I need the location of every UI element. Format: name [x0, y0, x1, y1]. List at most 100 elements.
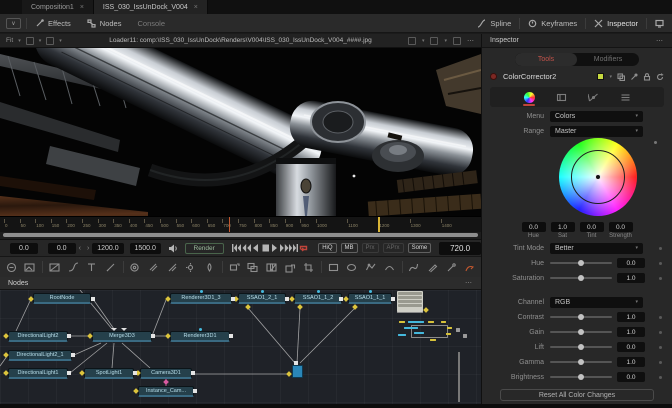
modifier-dot[interactable]: [659, 261, 662, 265]
reset-all-color-changes-button[interactable]: Reset All Color Changes: [500, 389, 654, 401]
lift-slider[interactable]: [550, 343, 612, 350]
panel-menu-button[interactable]: ∨: [6, 17, 21, 29]
channel-dropdown[interactable]: RGB ▾: [550, 296, 643, 308]
slider-handle[interactable]: [578, 328, 584, 335]
timeline-ruler[interactable]: 0 50 100 150 200 250 300 350 400 450 500 550 600 650 7…: [0, 216, 481, 233]
sharpen-tool-icon[interactable]: [165, 261, 180, 274]
render-start-field[interactable]: 1200.0: [92, 242, 124, 254]
node-graph-canvas[interactable]: RootNode Renderer3D1_3 SSAO1_2_1 SSAO1_1…: [0, 290, 481, 404]
bspline-mask-tool-icon[interactable]: [382, 261, 397, 274]
strength-value-box[interactable]: 0.0: [608, 222, 633, 232]
keyframes-button[interactable]: Keyframes: [520, 14, 585, 32]
color-curves-tool-icon[interactable]: [66, 261, 81, 274]
color-wheel-cursor[interactable]: [595, 174, 601, 180]
tab-color-wheel[interactable]: [522, 89, 536, 106]
timeline-range-slider[interactable]: [0, 232, 481, 239]
tab-composition1[interactable]: Composition1 ×: [22, 0, 94, 14]
range-slider-handle[interactable]: [3, 233, 478, 237]
polygon-mask-tool-icon[interactable]: [363, 261, 378, 274]
range-dropdown[interactable]: Master ▾: [550, 125, 643, 137]
slider-handle[interactable]: [578, 259, 584, 266]
slider-handle[interactable]: [578, 313, 584, 320]
fullscreen-button[interactable]: [647, 14, 672, 32]
tab-options[interactable]: [618, 89, 632, 105]
stop-button[interactable]: [260, 243, 270, 254]
hue-slider-value[interactable]: 0.0: [617, 258, 645, 268]
pin-icon[interactable]: [630, 72, 638, 81]
global-end-field[interactable]: 0.0: [47, 242, 76, 254]
tab-levels[interactable]: [554, 89, 568, 105]
brightness-contrast-tool-icon[interactable]: [47, 261, 62, 274]
fast-forward-button[interactable]: [279, 243, 290, 254]
viewer-zoom-controls[interactable]: Fit ▾ ▾ ▾: [0, 36, 62, 45]
resize-tool-icon[interactable]: [283, 261, 298, 274]
saver-tool-icon[interactable]: [462, 261, 477, 274]
tint-mode-dropdown[interactable]: Better ▾: [550, 242, 643, 254]
modifier-dot[interactable]: [659, 246, 662, 250]
graph-scrollbar[interactable]: [458, 352, 460, 402]
tab-modifiers[interactable]: Modifiers: [577, 53, 639, 66]
brightness-slider-value[interactable]: 0.0: [617, 372, 645, 382]
sat-value-box[interactable]: 1.0: [550, 222, 575, 232]
rectangle-mask-tool-icon[interactable]: [326, 261, 341, 274]
dissolve-tool-icon[interactable]: [264, 261, 279, 274]
inspector-more-button[interactable]: ⋯: [656, 37, 664, 45]
step-fwd-arrow[interactable]: ›: [84, 245, 92, 252]
tab-curves[interactable]: [586, 89, 600, 105]
nodes-more-button[interactable]: ⋯: [465, 279, 473, 287]
tab-tools[interactable]: Tools: [515, 53, 577, 66]
text-tool-icon[interactable]: [84, 261, 99, 274]
play-reverse-button[interactable]: [251, 243, 261, 254]
loader-tool-icon[interactable]: [23, 261, 38, 274]
blur-tool-icon[interactable]: [146, 261, 161, 274]
node-ssao1-1-1[interactable]: SSAO1_1_1: [348, 293, 392, 304]
tab-iss-comp[interactable]: ISS_030_IssUnDock_V004 ×: [93, 0, 208, 14]
loop-button[interactable]: [299, 243, 309, 254]
nodes-button[interactable]: Nodes: [79, 14, 130, 32]
chevron-down-icon[interactable]: ▾: [609, 74, 612, 80]
modifier-dot[interactable]: [659, 360, 662, 364]
node-renderer3d1-3[interactable]: Renderer3D1_3: [170, 293, 232, 304]
tool-enable-dot[interactable]: [490, 73, 497, 80]
node-camera3d1[interactable]: Camera3D1: [140, 368, 192, 379]
render-button[interactable]: Render: [184, 242, 224, 254]
node-selected-tool[interactable]: [292, 365, 303, 378]
slider-handle[interactable]: [578, 343, 584, 350]
viewer-canvas[interactable]: [0, 48, 481, 216]
defocus-tool-icon[interactable]: [202, 261, 217, 274]
wheel-option-dot[interactable]: [654, 141, 657, 144]
proxy-toggle[interactable]: Prx: [361, 243, 379, 253]
modifier-dot[interactable]: [659, 375, 662, 379]
transform-tool-icon[interactable]: [227, 261, 242, 274]
node-directionallight1[interactable]: DirectionalLight1: [8, 368, 68, 379]
step-back-arrow[interactable]: ‹: [76, 245, 84, 252]
menu-dropdown[interactable]: Colors ▾: [550, 110, 643, 122]
view-option-icon[interactable]: [46, 36, 55, 45]
paint-tool-icon[interactable]: [103, 261, 118, 274]
slider-handle[interactable]: [578, 373, 584, 380]
contrast-slider-value[interactable]: 1.0: [617, 312, 645, 322]
play-button[interactable]: [270, 243, 280, 254]
selective-update-toggle[interactable]: Some: [407, 243, 432, 253]
modifier-dot[interactable]: [659, 330, 662, 334]
lut-icon[interactable]: [430, 36, 439, 45]
audio-icon[interactable]: [168, 244, 177, 253]
contrast-slider[interactable]: [550, 313, 612, 320]
pen-tool-icon[interactable]: [425, 261, 440, 274]
current-frame-field[interactable]: 720.0: [439, 241, 481, 255]
view-option-icon[interactable]: [25, 36, 34, 45]
reset-icon[interactable]: [656, 72, 664, 81]
merge-tool-icon[interactable]: [245, 261, 260, 274]
versions-icon[interactable]: [617, 72, 625, 81]
lock-icon[interactable]: [643, 72, 651, 81]
viewer-more-button[interactable]: ⋯: [467, 37, 475, 45]
node-directionallight2[interactable]: DirectionalLight2: [8, 331, 68, 342]
ellipse-mask-tool-icon[interactable]: [345, 261, 360, 274]
fit-dropdown[interactable]: Fit: [6, 37, 13, 44]
motionblur-toggle[interactable]: MB: [340, 243, 358, 253]
brightness-slider[interactable]: [550, 373, 612, 380]
wand-tool-icon[interactable]: [444, 261, 459, 274]
crop-tool-icon[interactable]: [301, 261, 316, 274]
node-ssao1-2-1[interactable]: SSAO1_2_1: [238, 293, 286, 304]
modifier-dot[interactable]: [659, 315, 662, 319]
